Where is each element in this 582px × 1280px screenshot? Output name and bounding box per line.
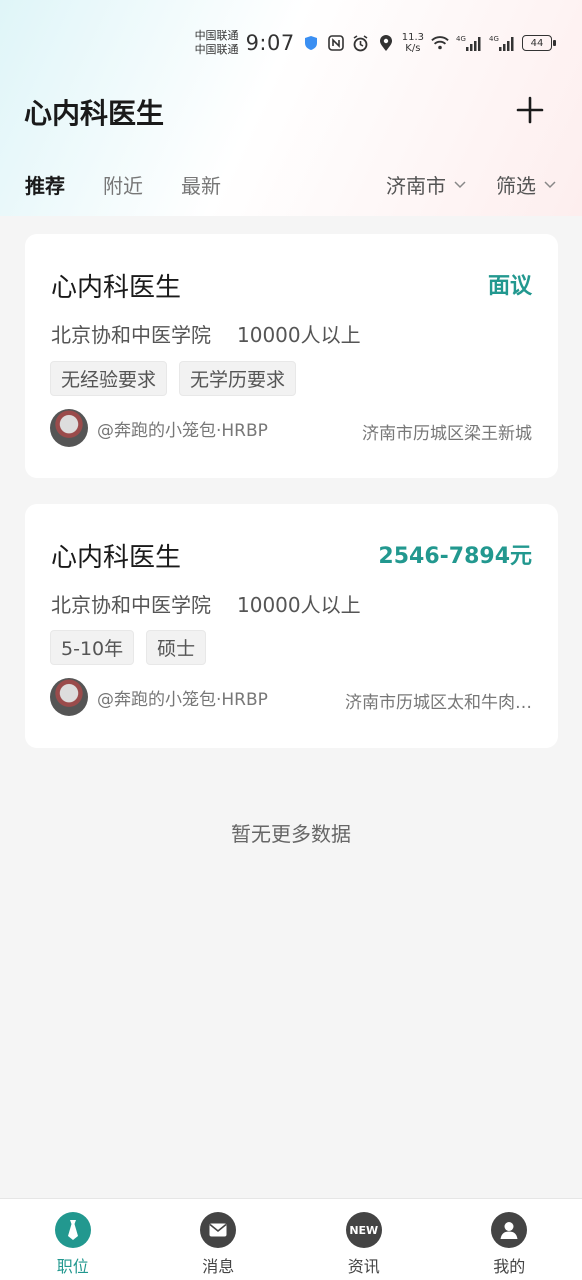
- alarm-icon: [352, 34, 370, 52]
- job-salary: 面议: [487, 274, 532, 299]
- nav-label: 消息: [202, 1257, 235, 1276]
- bottom-nav: 职位 消息 NEW 资讯 我的: [0, 1198, 582, 1280]
- signal-icon-2: 4G: [489, 34, 515, 52]
- recruiter-name: @奔跑的小笼包·HRBP: [97, 689, 268, 710]
- city-dropdown[interactable]: 济南市: [386, 170, 466, 199]
- nav-item-jobs[interactable]: 职位: [0, 1199, 146, 1280]
- nav-item-news[interactable]: NEW 资讯: [291, 1199, 437, 1280]
- new-icon-text: NEW: [349, 1223, 379, 1237]
- tie-icon: [54, 1212, 91, 1248]
- tab-latest[interactable]: 最新: [181, 170, 221, 199]
- tab-nearby[interactable]: 附近: [103, 170, 143, 199]
- speed-value: 11.3: [401, 32, 424, 43]
- recruiter-name: @奔跑的小笼包·HRBP: [97, 420, 268, 441]
- shield-icon: [302, 34, 320, 52]
- carrier-info: 中国联通 中国联通: [195, 29, 239, 57]
- svg-text:4G: 4G: [456, 35, 466, 43]
- add-button[interactable]: [516, 96, 544, 124]
- city-label: 济南市: [386, 174, 446, 198]
- nav-label: 我的: [493, 1257, 526, 1276]
- nav-label: 资讯: [347, 1257, 380, 1276]
- nav-item-profile[interactable]: 我的: [437, 1199, 582, 1280]
- carrier-2: 中国联通: [194, 43, 239, 56]
- battery-icon: 44: [522, 35, 556, 51]
- svg-text:4G: 4G: [489, 35, 499, 43]
- job-tag: 无学历要求: [179, 361, 297, 396]
- avatar: [50, 409, 88, 447]
- job-tag: 无经验要求: [50, 361, 168, 396]
- company-info: 北京协和中医学院 10000人以上: [51, 319, 361, 348]
- filter-bar: 济南市 筛选: [386, 170, 556, 199]
- tab-bar: 推荐 附近 最新: [25, 170, 221, 199]
- plus-icon: [516, 96, 544, 124]
- nav-item-messages[interactable]: 消息: [146, 1199, 292, 1280]
- recruiter-info: @奔跑的小笼包·HRBP: [50, 678, 268, 716]
- nav-label: 职位: [56, 1257, 89, 1276]
- recruiter-info: @奔跑的小笼包·HRBP: [50, 409, 268, 447]
- status-time: 9:07: [245, 31, 295, 55]
- job-salary: 2546-7894元: [378, 544, 532, 569]
- company-size: 10000人以上: [237, 593, 361, 617]
- filter-dropdown[interactable]: 筛选: [496, 170, 556, 199]
- nfc-icon: [327, 34, 345, 52]
- carrier-1: 中国联通: [194, 29, 239, 42]
- job-location: 济南市历城区太和牛肉…: [345, 693, 532, 713]
- wifi-icon: [431, 34, 449, 52]
- company-name: 北京协和中医学院: [51, 593, 211, 617]
- job-tag: 硕士: [146, 630, 207, 665]
- job-card[interactable]: 心内科医生 2546-7894元 北京协和中医学院 10000人以上 5-10年…: [25, 504, 558, 748]
- job-tag: 5-10年: [50, 630, 135, 665]
- status-bar: 中国联通 中国联通 9:07 11.3 K/s 4G 4G 44: [195, 24, 556, 62]
- job-tags: 无经验要求 无学历要求: [50, 361, 297, 396]
- page-title: 心内科医生: [24, 97, 165, 130]
- job-title: 心内科医生: [51, 273, 182, 303]
- filter-label: 筛选: [496, 174, 536, 198]
- battery-level: 44: [530, 37, 544, 49]
- job-tags: 5-10年 硕士: [50, 630, 207, 665]
- new-icon: NEW: [345, 1212, 382, 1248]
- user-icon: [491, 1212, 528, 1248]
- chevron-down-icon: [544, 180, 556, 188]
- company-name: 北京协和中医学院: [51, 323, 211, 347]
- signal-icon-1: 4G: [456, 34, 482, 52]
- job-location: 济南市历城区梁王新城: [362, 424, 532, 444]
- chevron-down-icon: [454, 180, 466, 188]
- company-size: 10000人以上: [237, 323, 361, 347]
- no-more-data: 暂无更多数据: [231, 822, 351, 846]
- job-card[interactable]: 心内科医生 面议 北京协和中医学院 10000人以上 无经验要求 无学历要求 @…: [25, 234, 558, 478]
- network-speed: 11.3 K/s: [402, 32, 424, 54]
- avatar: [50, 678, 88, 716]
- speed-unit: K/s: [405, 43, 421, 54]
- tab-recommend[interactable]: 推荐: [25, 170, 65, 199]
- location-icon: [377, 34, 395, 52]
- job-title: 心内科医生: [51, 543, 182, 573]
- mail-icon: [200, 1212, 237, 1248]
- company-info: 北京协和中医学院 10000人以上: [51, 589, 361, 618]
